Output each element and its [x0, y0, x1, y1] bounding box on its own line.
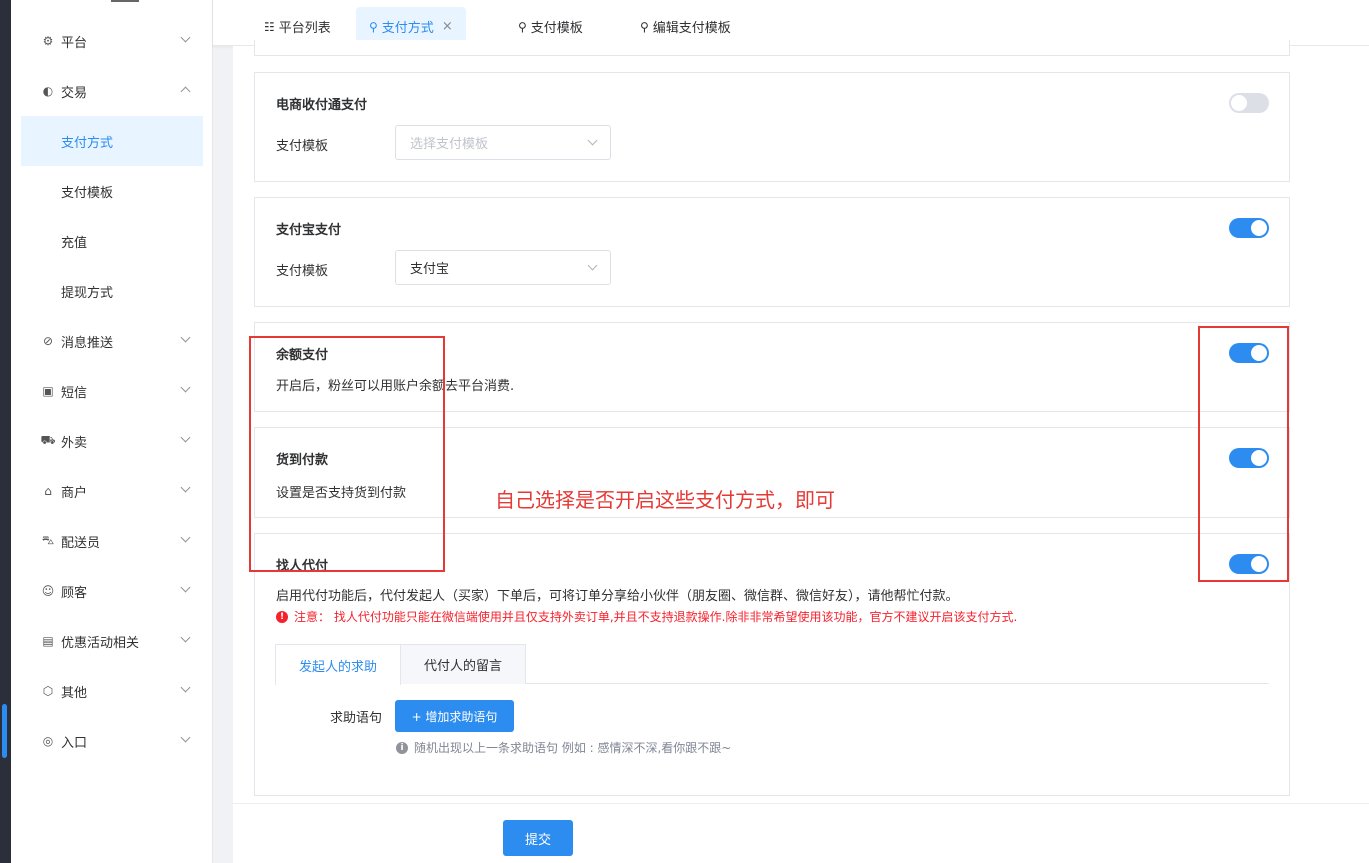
sidebar-item-label: 商户 [61, 485, 88, 501]
footer-bar [233, 803, 1369, 863]
chevron-down-icon [180, 632, 191, 643]
help-tip: i 随机出现以上一条求助语句 例如 : 感情深不深,看你跟不跟~ [396, 739, 731, 756]
rail-handle[interactable] [2, 704, 7, 758]
ecommerce-pay-toggle[interactable] [1229, 93, 1269, 113]
chevron-down-icon [180, 382, 191, 393]
sidebar-subitem-withdraw-methods[interactable]: 提现方式 [21, 266, 203, 316]
proxy-description: 启用代付功能后，代付发起人（买家）下单后，可将订单分享给小伙伴（朋友圈、微信群、… [276, 589, 959, 604]
sidebar: ⚙ 平台 ◐ 交易 支付方式 支付模板 充值 提现方式 ⊘ 消息推送 ▣ 短信 … [11, 0, 213, 863]
sidebar-subitem-recharge[interactable]: 充值 [21, 216, 203, 266]
sidebar-item-sms[interactable]: ▣ 短信 [11, 366, 213, 416]
sidebar-item-label: 顾客 [61, 585, 88, 601]
select-value: 支付宝 [410, 262, 450, 277]
chevron-down-icon [180, 432, 191, 443]
gear-icon: ⚙ [42, 34, 54, 48]
tab-label: 编辑支付模板 [652, 21, 731, 36]
annotation-box-right [1198, 326, 1289, 582]
sidebar-item-label: 平台 [61, 35, 88, 51]
sidebar-item-entry[interactable]: ◎ 入口 [11, 716, 213, 766]
bell-off-icon: ⊘ [42, 334, 54, 348]
chevron-down-icon [180, 582, 191, 593]
scooter-icon: ⛟ [40, 433, 56, 447]
alipay-toggle[interactable] [1229, 218, 1269, 238]
warning-icon: ! [276, 610, 288, 623]
user-gear-icon: ⚲ [640, 19, 649, 34]
gift-icon: ▤ [42, 634, 54, 648]
sidebar-item-label: 配送员 [61, 535, 101, 551]
chevron-down-icon [587, 135, 598, 146]
help-phrase-label: 求助语句 [330, 711, 383, 726]
proxy-warning: ! 注意： 找人代付功能只能在微信端使用并且仅支持外卖订单,并且不支持退款操作.… [276, 608, 1017, 625]
close-icon[interactable]: × [442, 19, 453, 34]
app-rail [0, 0, 11, 863]
sidebar-item-label: 外卖 [61, 435, 88, 451]
tab-payer-message[interactable]: 代付人的留言 [400, 644, 526, 684]
card-ecommerce-pay: 电商收付通支付 支付模板 选择支付模板 [254, 72, 1290, 182]
annotation-text: 自己选择是否开启这些支付方式，即可 [495, 488, 835, 512]
wallet-icon: ◐ [42, 84, 54, 98]
proxy-inner-tabs: 发起人的求助 代付人的留言 [275, 644, 1269, 685]
sidebar-item-courier[interactable]: ⛍ 配送员 [11, 516, 213, 566]
tip-text: 随机出现以上一条求助语句 例如 : 感情深不深,看你跟不跟~ [414, 741, 732, 755]
card-partial [254, 40, 1290, 56]
tab-initiator-help[interactable]: 发起人的求助 [275, 644, 401, 685]
tab-label: 支付方式 [381, 21, 434, 36]
user-gear-icon: ⚲ [518, 19, 527, 34]
info-icon: i [396, 741, 408, 754]
chevron-down-icon [180, 482, 191, 493]
template-label: 支付模板 [276, 264, 329, 279]
chevron-up-icon [180, 86, 191, 97]
chevron-down-icon [180, 332, 191, 343]
hexagon-icon: ⬡ [42, 684, 54, 698]
add-help-phrase-button[interactable]: + 增加求助语句 [395, 700, 514, 732]
chevron-down-icon [180, 532, 191, 543]
sidebar-item-label: 其他 [61, 685, 88, 701]
sidebar-item-customer[interactable]: ☺ 顾客 [11, 566, 213, 616]
sidebar-item-label: 消息推送 [61, 335, 114, 351]
warning-text: 注意： 找人代付功能只能在微信端使用并且仅支持外卖订单,并且不支持退款操作.除非… [294, 610, 1018, 624]
chat-icon: ▣ [42, 384, 54, 398]
chevron-down-icon [180, 682, 191, 693]
template-select[interactable]: 支付宝 [395, 250, 611, 285]
list-icon: ☷ [264, 19, 275, 34]
annotation-box-left [249, 336, 445, 572]
tab-label: 平台列表 [278, 21, 331, 36]
sidebar-subitem-payment-methods[interactable]: 支付方式 [21, 116, 203, 166]
sidebar-item-label: 入口 [61, 735, 88, 751]
sidebar-item-platform[interactable]: ⚙ 平台 [11, 16, 213, 66]
card-title: 电商收付通支付 [276, 98, 368, 113]
chevron-down-icon [587, 260, 598, 271]
sidebar-item-takeout[interactable]: ⛟ 外卖 [11, 416, 213, 466]
chevron-down-icon [180, 32, 191, 43]
logo-fragment [111, 0, 139, 2]
select-placeholder: 选择支付模板 [410, 137, 489, 152]
template-label: 支付模板 [276, 139, 329, 154]
sidebar-item-label: 短信 [61, 385, 88, 401]
delivery-icon: ⛍ [41, 533, 55, 547]
sidebar-subitem-payment-templates[interactable]: 支付模板 [21, 166, 203, 216]
submit-button[interactable]: 提交 [503, 820, 573, 856]
sidebar-item-label: 优惠活动相关 [61, 635, 140, 651]
user-gear-icon: ⚲ [369, 19, 378, 34]
sidebar-item-promotions[interactable]: ▤ 优惠活动相关 [11, 616, 213, 666]
compass-icon: ◎ [42, 734, 54, 748]
card-title: 支付宝支付 [276, 223, 342, 238]
sidebar-item-merchant[interactable]: ⌂ 商户 [11, 466, 213, 516]
sidebar-item-push[interactable]: ⊘ 消息推送 [11, 316, 213, 366]
user-circle-icon: ☺ [41, 584, 55, 598]
template-select[interactable]: 选择支付模板 [395, 125, 611, 160]
store-icon: ⌂ [44, 484, 52, 498]
card-alipay: 支付宝支付 支付模板 支付宝 [254, 197, 1290, 307]
chevron-down-icon [180, 732, 191, 743]
sidebar-item-trade[interactable]: ◐ 交易 [11, 66, 213, 116]
sidebar-item-other[interactable]: ⬡ 其他 [11, 666, 213, 716]
tab-label: 支付模板 [530, 21, 583, 36]
sidebar-item-label: 交易 [61, 85, 88, 101]
